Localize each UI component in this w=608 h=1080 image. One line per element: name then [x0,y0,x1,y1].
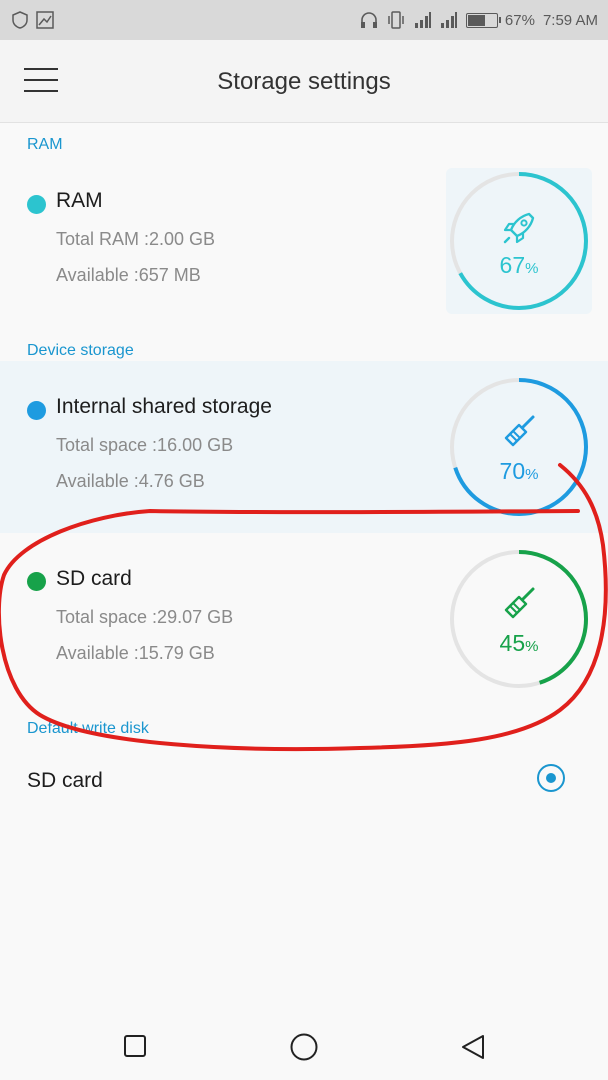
clock: 7:59 AM [542,11,598,29]
internal-title: Internal shared storage [56,395,272,418]
rocket-icon [499,208,539,248]
recent-apps-button[interactable] [123,1034,147,1063]
internal-percent: 70% [499,458,539,484]
internal-available: Available :4.76 GB [56,471,205,491]
ram-title: RAM [56,189,103,212]
image-notification-icon [36,11,54,29]
vibrate-icon [386,11,406,29]
sd-card-color-dot [27,572,46,591]
broom-clean-icon [499,584,539,624]
section-label-default-write-disk: Default write disk [27,720,149,737]
shield-icon [12,11,28,29]
ram-percent: 67% [499,252,539,278]
ram-row[interactable]: RAM Total RAM :2.00 GB Available :657 MB… [0,168,608,314]
page-title: Storage settings [217,68,391,95]
app-bar: Storage settings [0,40,608,123]
internal-storage-row[interactable]: Internal shared storage Total space :16.… [0,361,608,533]
sd-card-available: Available :15.79 GB [56,643,215,663]
sd-card-usage-ring: 45% [446,546,592,692]
default-write-disk-label: SD card [27,769,103,792]
navigation-bar [0,1010,608,1080]
sd-card-total: Total space :29.07 GB [56,607,234,627]
ram-usage-ring: 67% [446,168,592,314]
broom-clean-icon [499,412,539,452]
section-label-ram: RAM [27,136,63,153]
internal-color-dot [27,401,46,420]
battery-indicator: 67% [465,11,535,29]
sd-card-row[interactable]: SD card Total space :29.07 GB Available … [0,533,608,705]
home-button[interactable] [289,1032,319,1067]
internal-total: Total space :16.00 GB [56,435,234,455]
sd-card-percent: 45% [499,630,539,656]
default-write-disk-row[interactable]: SD card [0,750,608,810]
ram-available: Available :657 MB [56,265,201,285]
section-label-device-storage: Device storage [27,342,134,359]
signal-h-plus-icon [440,11,458,29]
default-write-disk-radio[interactable] [537,764,565,792]
status-bar: 67% 7:59 AM [0,0,608,40]
signal-icon [414,11,432,29]
back-button[interactable] [459,1033,487,1066]
internal-usage-ring: 70% [446,374,592,520]
battery-icon [465,12,498,28]
battery-percent: 67% [504,11,535,29]
headset-icon [360,11,378,29]
ram-total: Total RAM :2.00 GB [56,229,216,249]
sd-card-title: SD card [56,567,132,590]
ram-color-dot [27,195,46,214]
